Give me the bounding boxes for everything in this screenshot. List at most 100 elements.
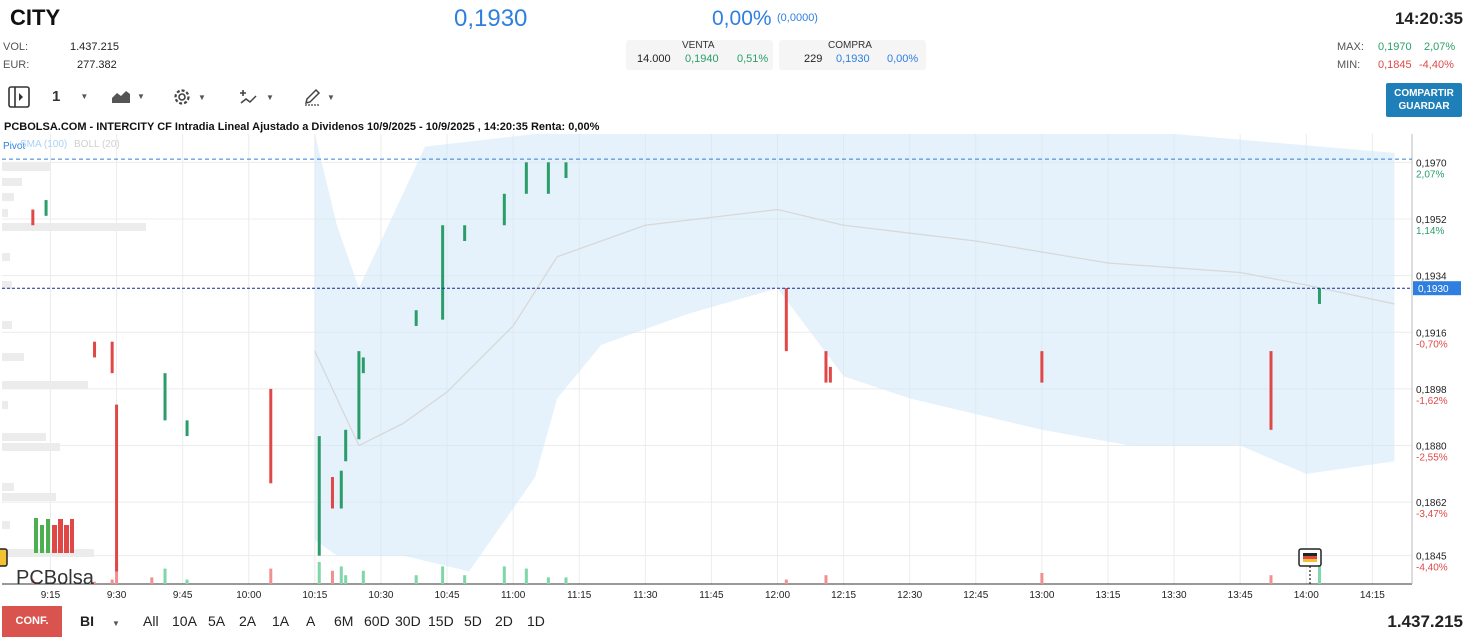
price-bar[interactable] xyxy=(110,341,114,374)
x-tick-label: 11:30 xyxy=(633,590,658,601)
area-chart-icon xyxy=(112,91,130,103)
price-bar[interactable] xyxy=(784,288,788,352)
range-30d[interactable]: 30D xyxy=(395,613,421,629)
price-bar[interactable] xyxy=(31,209,35,226)
flag-stripe xyxy=(1303,559,1317,562)
quote-time: 14:20:35 xyxy=(1394,9,1463,28)
germany-flag-icon[interactable] xyxy=(1298,548,1322,584)
y-tick-label: 0,1845 xyxy=(1416,552,1447,563)
total-volume: 1.437.215 xyxy=(1387,612,1463,631)
volume-bar xyxy=(150,577,154,584)
price-bar[interactable] xyxy=(185,420,189,437)
x-tick-label: 9:45 xyxy=(173,590,193,601)
range-2d[interactable]: 2D xyxy=(495,613,513,629)
price-bar[interactable] xyxy=(269,388,273,484)
range-1d[interactable]: 1D xyxy=(527,613,545,629)
x-tick-label: 10:00 xyxy=(236,590,261,601)
price-bar[interactable] xyxy=(524,162,528,194)
range-all[interactable]: All xyxy=(143,613,159,629)
y-axis: 0,19702,07%0,19521,14%0,19340,23%0,1916-… xyxy=(1413,158,1461,574)
volume-bars xyxy=(31,562,1321,584)
price-bar[interactable] xyxy=(546,162,550,194)
price-bar[interactable] xyxy=(828,366,832,383)
eur-value: 277.382 xyxy=(77,59,117,71)
x-tick-label: 13:30 xyxy=(1162,590,1187,601)
range-60d[interactable]: 60D xyxy=(364,613,390,629)
last-price-tag-label: 0,1930 xyxy=(1418,284,1449,295)
compra-qty: 229 xyxy=(804,53,823,65)
compra-label: COMPRA xyxy=(828,40,872,51)
compra-price: 0,1930 xyxy=(836,53,870,65)
volume-bar xyxy=(1317,566,1321,584)
x-tick-label: 9:30 xyxy=(107,590,127,601)
price-bar[interactable] xyxy=(564,162,568,179)
settings-button[interactable]: ▼ xyxy=(172,87,206,107)
price-bar[interactable] xyxy=(317,436,321,556)
volume-profile-bar xyxy=(2,253,10,261)
price-bar[interactable] xyxy=(502,193,506,226)
config-button[interactable]: CONF. xyxy=(2,606,62,637)
volume-bar xyxy=(1040,573,1044,584)
price-bar[interactable] xyxy=(339,470,343,509)
chevron-down-icon: ▼ xyxy=(80,92,89,101)
price-bar[interactable] xyxy=(1040,351,1044,383)
price-bar[interactable] xyxy=(824,351,828,383)
price-bar[interactable] xyxy=(1317,288,1321,304)
interval-select[interactable]: 1 ▼ xyxy=(52,88,88,105)
panel-toggle-button[interactable] xyxy=(7,85,31,109)
chevron-down-icon: ▼ xyxy=(327,92,335,102)
chart-title: PCBOLSA.COM - INTERCITY CF Intradia Line… xyxy=(4,121,600,133)
sma-legend[interactable]: SMA (100) xyxy=(20,139,67,150)
volume-bar xyxy=(441,566,445,584)
range-a[interactable]: A xyxy=(306,613,315,629)
range-5a[interactable]: 5A xyxy=(208,613,225,629)
y-tick-percent: -2,55% xyxy=(1416,453,1448,464)
price-bar[interactable] xyxy=(93,341,97,358)
range-2a[interactable]: 2A xyxy=(239,613,256,629)
volume-bar xyxy=(110,579,114,584)
price-bar[interactable] xyxy=(1269,351,1273,430)
price-bar[interactable] xyxy=(163,373,167,421)
y-tick-percent: 1,14% xyxy=(1416,226,1444,237)
range-15d[interactable]: 15D xyxy=(428,613,454,629)
range-5d[interactable]: 5D xyxy=(464,613,482,629)
price-bar[interactable] xyxy=(414,310,418,326)
min-label: MIN: xyxy=(1337,59,1361,71)
volume-bar xyxy=(414,575,418,584)
mode-value: BI xyxy=(80,613,94,629)
volume-profile-bar xyxy=(2,209,8,217)
min-pct: -4,40% xyxy=(1419,59,1454,71)
x-tick-label: 10:45 xyxy=(435,590,460,601)
y-tick-label: 0,1862 xyxy=(1416,498,1447,509)
indicators-button[interactable]: ▼ xyxy=(238,87,274,107)
price-bar[interactable] xyxy=(441,225,445,320)
y-tick-percent: -4,40% xyxy=(1416,563,1448,574)
range-6m[interactable]: 6M xyxy=(334,613,353,629)
mode-select[interactable]: BI ▼ xyxy=(80,613,120,629)
chart-type-button[interactable]: ▼ xyxy=(111,88,145,104)
price-bar[interactable] xyxy=(357,351,361,440)
flag-stripe xyxy=(1303,556,1317,559)
change-absolute: (0,0000) xyxy=(777,12,818,24)
bollinger-area xyxy=(314,134,1395,572)
price-chart[interactable]: 0,19702,07%0,19521,14%0,19340,23%0,1916-… xyxy=(0,133,1477,603)
share-save-button[interactable]: COMPARTIR GUARDAR xyxy=(1386,83,1462,117)
y-tick-percent: -3,47% xyxy=(1416,509,1448,520)
spain-flag-icon[interactable] xyxy=(0,548,8,567)
x-tick-label: 14:15 xyxy=(1360,590,1385,601)
boll-legend[interactable]: BOLL (20) xyxy=(74,139,120,150)
price-bar[interactable] xyxy=(344,429,348,462)
volume-profile-bar xyxy=(2,178,22,186)
range-1a[interactable]: 1A xyxy=(272,613,289,629)
x-tick-label: 11:00 xyxy=(501,590,526,601)
price-bar[interactable] xyxy=(361,357,365,374)
price-bar[interactable] xyxy=(330,477,334,509)
price-bar[interactable] xyxy=(44,200,48,216)
range-10a[interactable]: 10A xyxy=(172,613,197,629)
draw-tools-button[interactable]: ▼ xyxy=(303,88,335,106)
price-bar[interactable] xyxy=(115,404,119,572)
price-bar[interactable] xyxy=(463,225,467,241)
x-tick-label: 9:15 xyxy=(41,590,61,601)
chevron-down-icon: ▼ xyxy=(137,91,145,101)
venta-qty: 14.000 xyxy=(637,53,671,65)
